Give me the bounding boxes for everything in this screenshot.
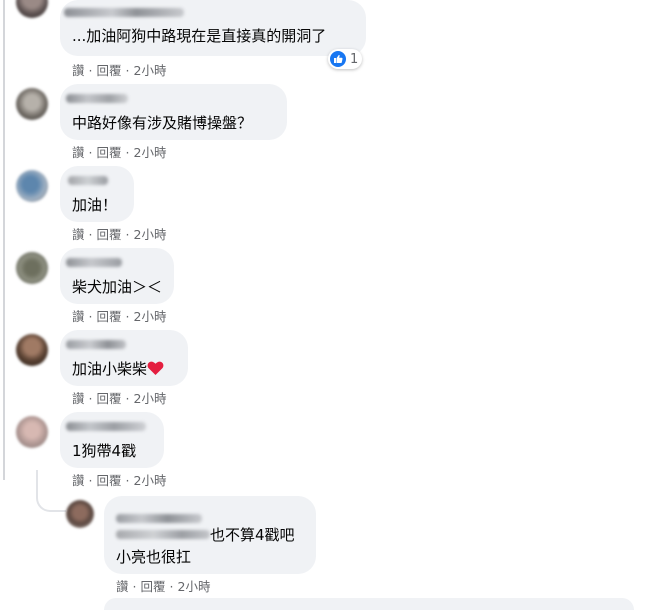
reply-link[interactable]: 回覆: [97, 470, 122, 489]
reply-text-line2: 小亮也很扛: [116, 548, 192, 566]
reaction-count[interactable]: 1: [328, 49, 363, 69]
like-icon: [330, 51, 346, 67]
reaction-count-text: 1: [350, 51, 359, 67]
separator: ·: [125, 63, 130, 78]
comment-bubble: ...加油阿狗中路現在是直接真的開洞了: [60, 0, 366, 56]
reply-link[interactable]: 回覆: [97, 388, 122, 407]
reply-link[interactable]: 回覆: [97, 142, 122, 161]
thread-line: [3, 0, 5, 480]
separator: ·: [88, 145, 93, 160]
avatar[interactable]: [16, 252, 48, 284]
comment-text: 1狗帶4戳: [72, 442, 137, 460]
avatar[interactable]: [66, 500, 94, 528]
comment-actions: 讚 · 回覆 · 2小時: [72, 60, 166, 79]
author-name-blurred[interactable]: [68, 176, 108, 185]
next-comment-bubble-partial: [104, 598, 634, 610]
comment-text-content: 加油小柴柴: [72, 360, 148, 378]
comment-text: ...加油阿狗中路現在是直接真的開洞了: [72, 27, 327, 45]
timestamp-link[interactable]: 2小時: [134, 142, 167, 161]
comment-actions: 讚 · 回覆 · 2小時: [72, 306, 166, 325]
timestamp-link[interactable]: 2小時: [134, 306, 167, 325]
comment-text: 柴犬加油＞＜: [72, 278, 163, 296]
timestamp-link[interactable]: 2小時: [134, 224, 167, 243]
like-link[interactable]: 讚: [72, 306, 85, 325]
reply-actions: 讚 · 回覆 · 2小時: [116, 576, 210, 595]
author-name-blurred[interactable]: [66, 258, 122, 267]
separator: ·: [125, 309, 130, 324]
reply-link[interactable]: 回覆: [97, 60, 122, 79]
comment-text: 中路好像有涉及賭博操盤？: [72, 114, 253, 132]
reply-link[interactable]: 回覆: [141, 576, 166, 595]
heart-icon: [147, 360, 164, 380]
separator: ·: [88, 227, 93, 242]
comment-bubble: 加油小柴柴: [60, 330, 188, 386]
avatar[interactable]: [16, 334, 48, 366]
separator: ·: [88, 309, 93, 324]
like-link[interactable]: 讚: [72, 60, 85, 79]
like-link[interactable]: 讚: [72, 470, 85, 489]
timestamp-link[interactable]: 2小時: [178, 576, 211, 595]
like-link[interactable]: 讚: [116, 576, 129, 595]
like-link[interactable]: 讚: [72, 224, 85, 243]
separator: ·: [88, 63, 93, 78]
comment-bubble: 中路好像有涉及賭博操盤？: [60, 84, 287, 140]
author-name-blurred[interactable]: [66, 94, 128, 103]
author-name-blurred[interactable]: [116, 514, 202, 523]
comment-bubble: 1狗帶4戳: [60, 412, 164, 468]
comment-bubble: 加油！: [60, 166, 134, 222]
reply-bubble: 也不算4戳吧 小亮也很扛: [104, 496, 316, 574]
timestamp-link[interactable]: 2小時: [134, 60, 167, 79]
comment-bubble: 柴犬加油＞＜: [60, 248, 174, 304]
separator: ·: [125, 227, 130, 242]
reply-link[interactable]: 回覆: [97, 224, 122, 243]
author-name-blurred[interactable]: [64, 8, 184, 17]
comment-actions: 讚 · 回覆 · 2小時: [72, 142, 166, 161]
avatar[interactable]: [16, 416, 48, 448]
reply-text-line1: 也不算4戳吧: [210, 526, 295, 544]
comment-actions: 讚 · 回覆 · 2小時: [72, 388, 166, 407]
comment-actions: 讚 · 回覆 · 2小時: [72, 470, 166, 489]
timestamp-link[interactable]: 2小時: [134, 470, 167, 489]
author-name-blurred[interactable]: [66, 422, 146, 431]
avatar[interactable]: [16, 88, 48, 120]
separator: ·: [88, 391, 93, 406]
mention-blurred[interactable]: [116, 530, 210, 539]
comment-text: 加油小柴柴: [72, 358, 164, 380]
separator: ·: [169, 579, 174, 594]
timestamp-link[interactable]: 2小時: [134, 388, 167, 407]
separator: ·: [132, 579, 137, 594]
author-name-blurred[interactable]: [66, 340, 126, 349]
avatar[interactable]: [16, 170, 48, 202]
comment-text: 加油！: [72, 196, 118, 214]
separator: ·: [125, 473, 130, 488]
separator: ·: [125, 391, 130, 406]
separator: ·: [125, 145, 130, 160]
separator: ·: [88, 473, 93, 488]
like-link[interactable]: 讚: [72, 388, 85, 407]
comment-actions: 讚 · 回覆 · 2小時: [72, 224, 166, 243]
avatar[interactable]: [16, 0, 48, 18]
reply-link[interactable]: 回覆: [97, 306, 122, 325]
like-link[interactable]: 讚: [72, 142, 85, 161]
reply-connector: [36, 470, 66, 512]
